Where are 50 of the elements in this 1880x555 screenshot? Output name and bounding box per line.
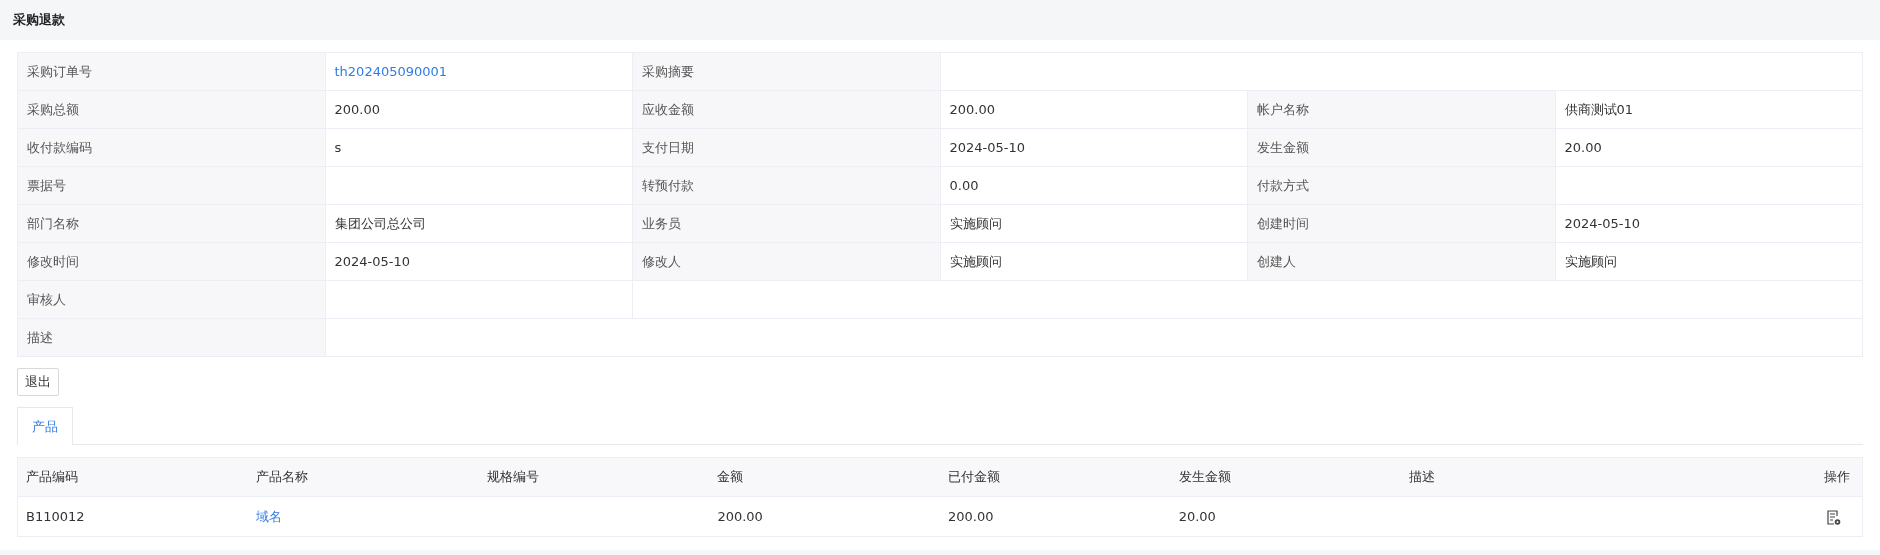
- field-label: 付款方式: [1247, 166, 1555, 205]
- column-header: 产品名称: [248, 457, 479, 497]
- field-label: 描述: [17, 318, 325, 357]
- field-label: 修改人: [632, 242, 940, 281]
- field-value: 2024-05-10: [325, 242, 633, 281]
- column-header: 规格编号: [478, 457, 710, 497]
- field-label: 发生金额: [1247, 128, 1555, 167]
- field-label: 采购摘要: [632, 52, 940, 91]
- table-cell: B110012: [17, 496, 249, 537]
- field-value: s: [325, 128, 633, 167]
- column-header: 描述: [1401, 457, 1632, 497]
- field-value: 实施顾问: [1555, 242, 1863, 281]
- field-label: 审核人: [17, 280, 325, 319]
- table-cell: 20.00: [1170, 496, 1402, 537]
- document-view-icon[interactable]: [1826, 508, 1842, 526]
- table-cell: 200.00: [709, 496, 940, 537]
- field-label: 业务员: [632, 204, 940, 243]
- field-label: 支付日期: [632, 128, 940, 167]
- product-link[interactable]: 域名: [256, 508, 283, 524]
- field-value: 实施顾问: [940, 204, 1248, 243]
- field-label: 创建时间: [1247, 204, 1555, 243]
- column-header: 操作: [1631, 457, 1863, 497]
- field-label: 采购总额: [17, 90, 325, 129]
- field-label: 创建人: [1247, 242, 1555, 281]
- column-header: 发生金额: [1170, 457, 1402, 497]
- field-value: 200.00: [325, 90, 633, 129]
- column-header: 已付金额: [940, 457, 1171, 497]
- tab[interactable]: 产品: [17, 406, 73, 445]
- order-link[interactable]: th202405090001: [334, 63, 448, 79]
- field-value: 2024-05-10: [940, 128, 1248, 167]
- field-value: 200.00: [940, 90, 1248, 129]
- field-label: 票据号: [17, 166, 325, 205]
- field-value: 2024-05-10: [1555, 204, 1863, 243]
- field-value: 实施顾问: [940, 242, 1248, 281]
- field-label: 修改时间: [17, 242, 325, 281]
- field-label: 应收金额: [632, 90, 940, 129]
- field-value: 0.00: [940, 166, 1248, 205]
- field-label: 帐户名称: [1247, 90, 1555, 129]
- exit-button[interactable]: 退出: [17, 368, 59, 396]
- column-header: 产品编码: [17, 457, 249, 497]
- field-value: 20.00: [1555, 128, 1863, 167]
- field-label: 转预付款: [632, 166, 940, 205]
- field-value: 集团公司总公司: [325, 204, 633, 243]
- table-cell: 200.00: [940, 496, 1171, 537]
- column-header: 金额: [709, 457, 940, 497]
- field-label: 收付款编码: [17, 128, 325, 167]
- field-value: 供商测试01: [1555, 90, 1863, 129]
- field-label: 部门名称: [17, 204, 325, 243]
- field-label: 采购订单号: [17, 52, 325, 91]
- page-title: 采购退款: [13, 11, 65, 30]
